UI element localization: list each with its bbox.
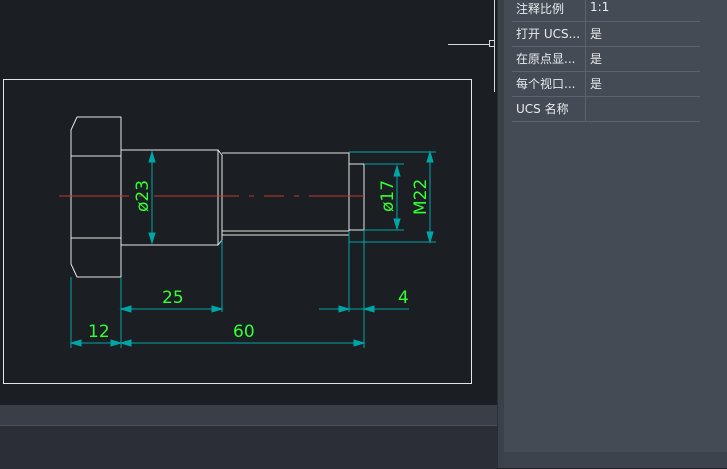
prop-divider (585, 72, 586, 96)
prop-name: 注释比例 (516, 2, 565, 16)
dim-text-4: 4 (398, 288, 409, 308)
dimension-texts: ø23 ø17 M22 25 4 12 60 (88, 179, 431, 342)
prop-name: 在原点显... (516, 52, 576, 66)
prop-divider (585, 97, 586, 121)
layout-viewport[interactable]: ø23 ø17 M22 25 4 12 60 (3, 79, 472, 384)
bolt-outline (70, 116, 365, 278)
hex-head (70, 116, 122, 278)
prop-row-ucs-origin[interactable]: 在原点显... 是 (512, 47, 700, 72)
prop-value[interactable]: 是 (590, 50, 700, 67)
dim-text-60: 60 (233, 322, 255, 342)
drawing-canvas[interactable]: ø23 ø17 M22 25 4 12 60 (0, 0, 497, 405)
bolt-drawing: ø23 ø17 M22 25 4 12 60 (59, 116, 436, 348)
prop-name: 打开 UCS... (516, 27, 581, 41)
dim-text-25: 25 (162, 288, 184, 308)
prop-divider (585, 0, 586, 21)
dim-text-12: 12 (88, 322, 110, 342)
prop-row-ucs-per-viewport[interactable]: 每个视口... 是 (512, 72, 700, 97)
prop-value[interactable]: 是 (590, 25, 700, 42)
prop-row-ucs-on[interactable]: 打开 UCS... 是 (512, 22, 700, 47)
prop-value[interactable]: 是 (590, 75, 700, 92)
prop-row-annotation-scale[interactable]: 注释比例 1:1 (512, 0, 700, 22)
properties-palette: 注释比例 1:1 打开 UCS... 是 在原点显... 是 每个视口... 是… (497, 0, 727, 468)
prop-value[interactable]: 1:1 (590, 0, 700, 14)
prop-name: UCS 名称 (516, 102, 569, 116)
properties-list: 注释比例 1:1 打开 UCS... 是 在原点显... 是 每个视口... 是… (504, 0, 727, 452)
dim-text-dia23: ø23 (133, 180, 153, 212)
dim-text-m22: M22 (411, 179, 431, 215)
layout-tabs-bar (0, 405, 497, 425)
crosshair-line (448, 44, 490, 45)
prop-row-ucs-name[interactable]: UCS 名称 (512, 97, 700, 122)
prop-name: 每个视口... (516, 77, 576, 91)
crosshair-line-vertical (494, 0, 495, 92)
dim-text-dia17: ø17 (378, 180, 398, 212)
command-line-area (0, 425, 497, 469)
prop-divider (585, 47, 586, 71)
prop-divider (585, 22, 586, 46)
